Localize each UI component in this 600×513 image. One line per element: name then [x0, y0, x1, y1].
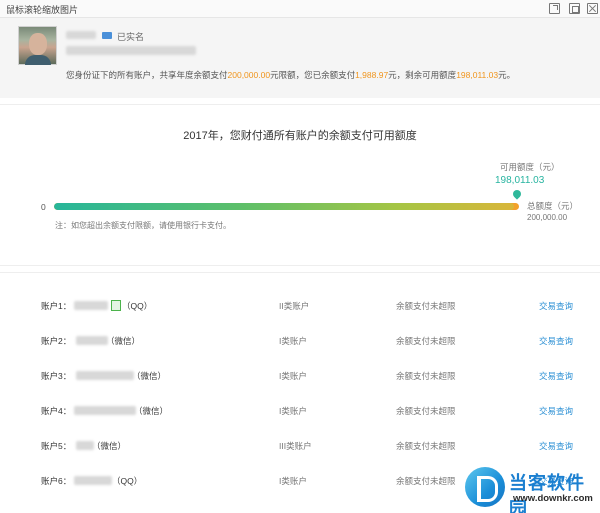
quota-progress-bar — [54, 203, 519, 210]
profile-header: 已实名 您身份证下的所有账户，共享年度余额支付200,000.00元限额，您已余… — [0, 18, 600, 98]
redacted-id — [66, 46, 196, 55]
watermark-url: www.downkr.com — [513, 493, 593, 504]
redacted-name — [66, 31, 96, 39]
quota-title: 2017年，您财付通所有账户的余额支付可用额度 — [183, 130, 417, 142]
transaction-query-link[interactable]: 交易查询 — [539, 440, 573, 452]
id-card-icon — [102, 32, 112, 39]
account-row: 账户3： （微信） I类账户 余额支付未超限 交易查询 — [41, 370, 574, 382]
total-label: 总额度（元） — [527, 201, 579, 211]
remaining-amount: 198,011.03 — [456, 70, 499, 80]
account-row: 账户1： （QQ） II类账户 余额支付未超限 交易查询 — [41, 300, 574, 312]
maximize-icon[interactable] — [569, 3, 580, 14]
redacted-account — [74, 406, 136, 415]
transaction-query-link[interactable]: 交易查询 — [539, 370, 573, 382]
title-bar: 鼠标滚轮缩放图片 — [0, 0, 600, 18]
external-open-icon[interactable] — [549, 3, 560, 14]
watermark-title: 当客软件园 — [509, 473, 585, 513]
redacted-account — [76, 336, 108, 345]
window-title: 鼠标滚轮缩放图片 — [6, 5, 79, 15]
watermark-logo-icon — [465, 467, 505, 507]
annual-limit-amount: 200,000.00 — [227, 70, 271, 80]
redacted-account — [74, 301, 108, 310]
account-row: 账户5： （微信） III类账户 余额支付未超限 交易查询 — [41, 440, 574, 452]
close-icon[interactable] — [587, 3, 598, 14]
redacted-account — [76, 371, 134, 380]
available-fill — [54, 203, 515, 210]
transaction-query-link[interactable]: 交易查询 — [539, 335, 573, 347]
redacted-account — [74, 476, 112, 485]
zero-label: 0 — [41, 202, 46, 212]
transaction-query-link[interactable]: 交易查询 — [539, 300, 573, 312]
card-icon — [111, 300, 121, 311]
account-row: 账户4： （微信） I类账户 余额支付未超限 交易查询 — [41, 405, 574, 417]
available-value: 198,011.03 — [495, 175, 545, 186]
total-value: 200,000.00 — [527, 213, 568, 222]
avatar — [18, 26, 57, 65]
used-amount: 1,988.97 — [355, 70, 389, 80]
available-label: 可用额度（元） — [500, 162, 560, 172]
verified-label: 已实名 — [117, 32, 145, 42]
transaction-query-link[interactable]: 交易查询 — [539, 405, 573, 417]
site-watermark: 当客软件园 www.downkr.com — [465, 467, 600, 513]
overlimit-note: 注：如您超出余额支付限额，请使用银行卡支付。 — [55, 221, 231, 230]
annual-limit-summary: 您身份证下的所有账户，共享年度余额支付200,000.00元限额，您已余额支付1… — [66, 70, 516, 80]
account-row: 账户2： （微信） I类账户 余额支付未超限 交易查询 — [41, 335, 574, 347]
